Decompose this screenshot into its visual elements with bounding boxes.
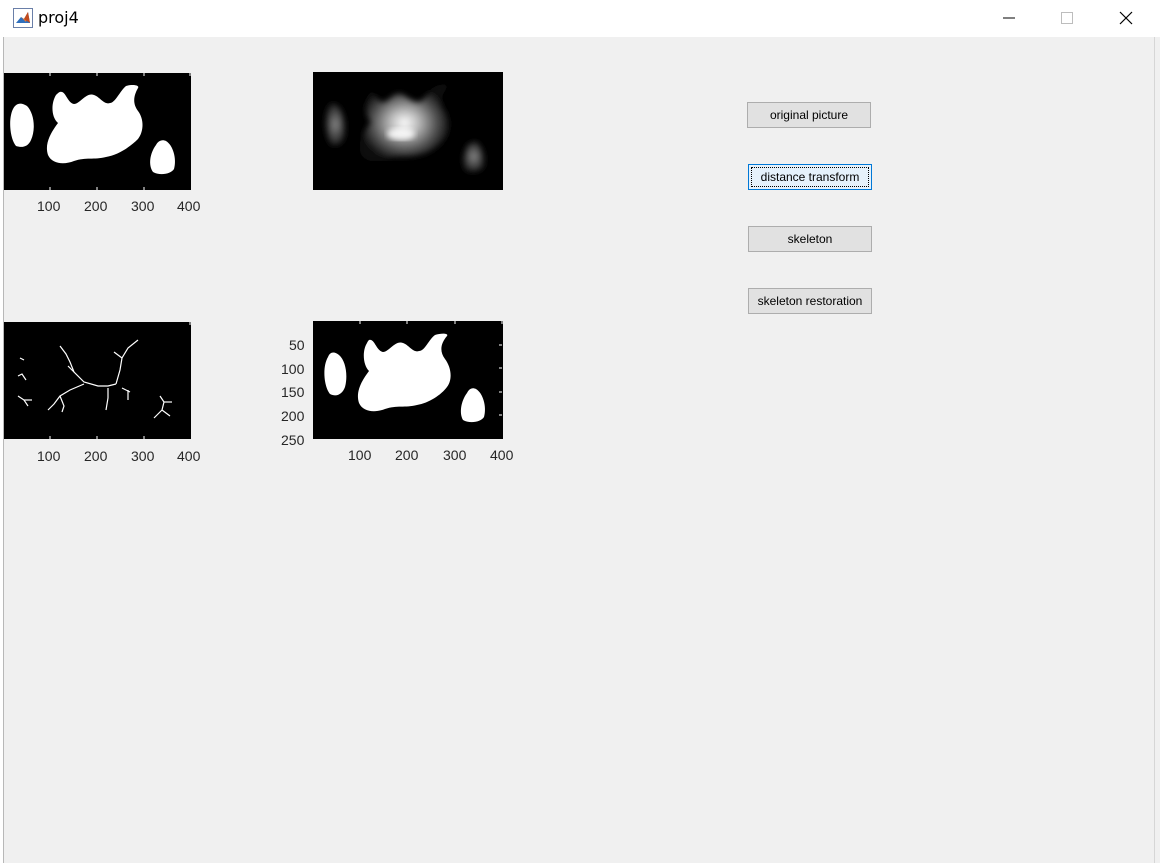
y-tick-label: 200 <box>281 408 305 424</box>
skeleton-button[interactable]: skeleton <box>748 226 872 252</box>
skeleton-image <box>4 322 191 439</box>
y-tick-label: 100 <box>281 361 305 377</box>
y-tick-label: 50 <box>289 337 305 353</box>
window-title: proj4 <box>38 8 79 27</box>
x-tick-label: 400 <box>177 198 201 214</box>
minimize-icon <box>1003 17 1015 19</box>
x-tick-label: 400 <box>490 447 514 463</box>
x-tick-label: 100 <box>37 198 61 214</box>
skeleton-restoration-button[interactable]: skeleton restoration <box>748 288 872 314</box>
axes-distance-transform <box>313 72 503 190</box>
x-tick-label: 400 <box>177 448 201 464</box>
close-icon <box>1119 11 1133 25</box>
x-tick-label: 200 <box>84 448 108 464</box>
x-tick-label: 200 <box>84 198 108 214</box>
x-tick-label: 300 <box>443 447 467 463</box>
window-border <box>1154 37 1155 863</box>
distance-transform-image <box>313 72 503 190</box>
y-tick-label: 150 <box>281 384 305 400</box>
original-picture-button[interactable]: original picture <box>747 102 871 128</box>
maximize-icon <box>1061 12 1073 24</box>
axes-original-picture <box>4 73 191 190</box>
x-tick-label: 100 <box>37 448 61 464</box>
y-tick-label: 250 <box>281 432 305 448</box>
close-button[interactable] <box>1097 0 1155 37</box>
minimize-button[interactable] <box>980 0 1038 37</box>
maximize-button[interactable] <box>1038 0 1096 37</box>
restored-image <box>313 321 503 439</box>
distance-transform-label: distance transform <box>760 170 860 184</box>
x-tick-label: 300 <box>131 198 155 214</box>
original-image <box>4 73 191 190</box>
distance-transform-button[interactable]: distance transform <box>748 164 872 190</box>
axes-skeleton-restoration <box>313 321 503 439</box>
x-tick-label: 300 <box>131 448 155 464</box>
x-tick-label: 200 <box>395 447 419 463</box>
matlab-icon <box>13 8 33 28</box>
axes-skeleton <box>4 322 191 439</box>
x-tick-label: 100 <box>348 447 372 463</box>
title-bar: proj4 <box>0 0 1160 37</box>
